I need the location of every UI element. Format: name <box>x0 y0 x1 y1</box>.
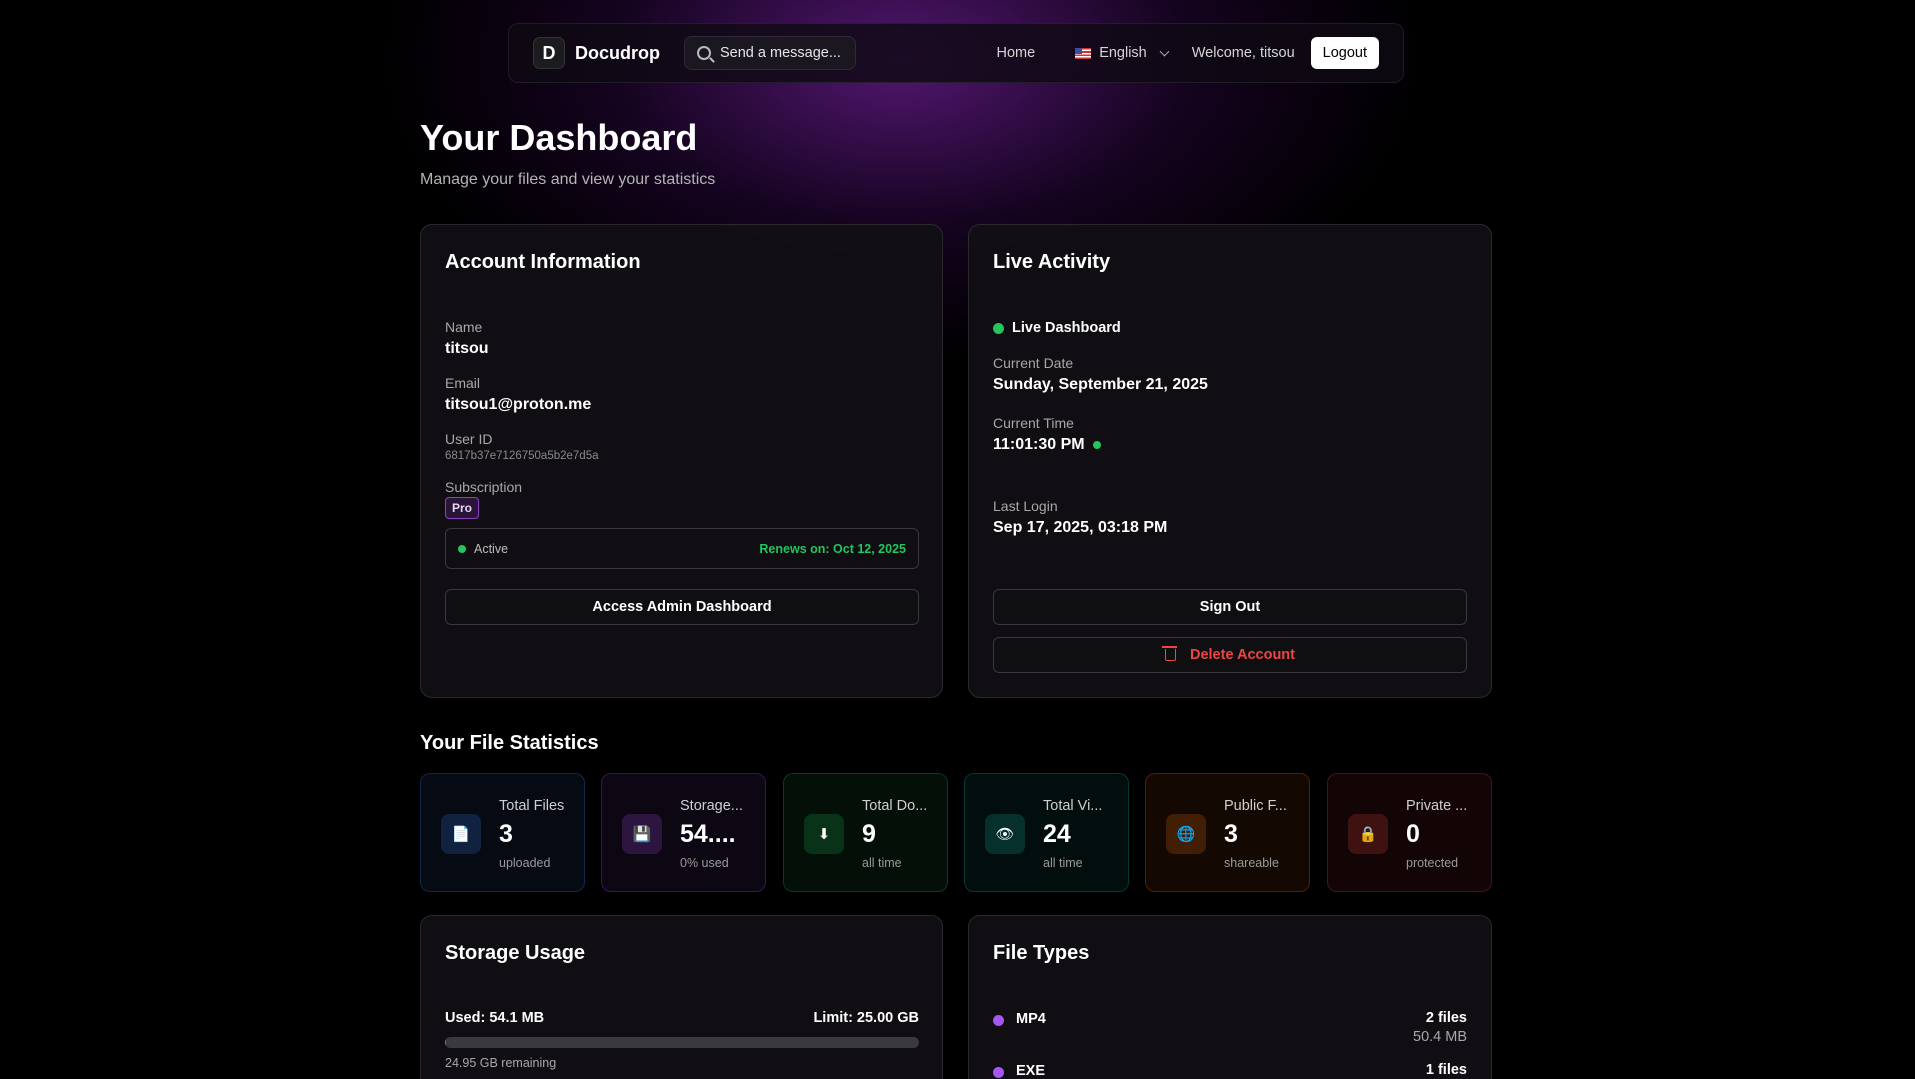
storage-usage-card: Storage Usage Used: 54.1 MB Limit: 25.00… <box>420 915 943 1079</box>
file-type-count: 1 files <box>1425 1062 1467 1078</box>
search-icon <box>697 46 711 60</box>
welcome-text: Welcome, titsou <box>1191 45 1295 61</box>
stat-value: 0 <box>1406 820 1420 848</box>
stat-card: 🌐 Public F... 3 shareable <box>1145 773 1310 892</box>
name-value: titsou <box>445 340 489 357</box>
stat-sub: uploaded <box>499 856 551 870</box>
current-time-row: 11:01:30 PM <box>993 436 1101 454</box>
renews-text: Renews on: Oct 12, 2025 <box>759 541 906 556</box>
stat-label: Private ... <box>1406 798 1468 814</box>
stat-label: Total Do... <box>862 798 928 814</box>
current-time-value: 11:01:30 PM <box>993 436 1085 453</box>
floppy-disk-icon: 💾 <box>622 814 662 854</box>
stat-card: ⬇ Total Do... 9 all time <box>783 773 948 892</box>
trash-icon <box>1161 646 1177 661</box>
usage-row: Used: 54.1 MB Limit: 25.00 GB <box>445 1010 919 1026</box>
limit-text: Limit: 25.00 GB <box>813 1010 919 1026</box>
stat-card: 👁 Total Vi... 24 all time <box>964 773 1129 892</box>
top-navbar: D Docudrop Send a message... Home Englis… <box>508 23 1404 83</box>
file-types-title: File Types <box>993 942 1090 964</box>
stat-label: Total Vi... <box>1043 798 1103 814</box>
storage-card-title: Storage Usage <box>445 942 586 964</box>
file-type-name: EXE <box>1016 1063 1046 1079</box>
live-indicator-label: Live Dashboard <box>1012 320 1121 336</box>
logout-button[interactable]: Logout <box>1310 37 1379 69</box>
delete-account-label: Delete Account <box>1189 647 1295 663</box>
live-activity-card: Live Activity Live Dashboard Current Dat… <box>968 224 1492 698</box>
stat-card: 🔒 Private ... 0 protected <box>1327 773 1492 892</box>
language-label: English <box>1099 45 1147 61</box>
file-type-name: MP4 <box>1016 1011 1046 1027</box>
language-selector[interactable]: English <box>1075 45 1170 61</box>
stat-value: 9 <box>862 820 876 848</box>
file-types-card: File Types MP4 2 files 50.4 MB EXE 1 fil… <box>968 915 1492 1079</box>
stat-sub: all time <box>862 856 902 870</box>
stat-sub: all time <box>1043 856 1083 870</box>
storage-progress-fill <box>445 1037 446 1048</box>
stat-label: Storage... <box>680 798 743 814</box>
live-dot-icon <box>993 322 1004 334</box>
live-indicator: Live Dashboard <box>993 320 1121 336</box>
account-card-title: Account Information <box>445 251 641 273</box>
account-info-card: Account Information Name titsou Email ti… <box>420 224 943 698</box>
page-subtitle: Manage your files and view your statisti… <box>420 171 716 188</box>
name-label: Name <box>445 319 483 335</box>
live-card-title: Live Activity <box>993 251 1111 273</box>
stat-sub: protected <box>1406 856 1459 870</box>
search-box[interactable]: Send a message... <box>684 36 856 70</box>
document-icon: 📄 <box>441 814 481 854</box>
status-dot-icon <box>458 544 466 553</box>
last-login-label: Last Login <box>993 498 1058 514</box>
stat-card: 📄 Total Files 3 uploaded <box>420 773 585 892</box>
file-type-dot-icon <box>993 1015 1004 1026</box>
page-title: Your Dashboard <box>420 117 698 158</box>
eye-icon: 👁 <box>985 814 1025 854</box>
stat-label: Public F... <box>1224 798 1287 814</box>
time-live-dot-icon <box>1092 441 1101 449</box>
current-date-label: Current Date <box>993 355 1074 371</box>
download-icon: ⬇ <box>804 814 844 854</box>
subscription-status-box: Active Renews on: Oct 12, 2025 <box>445 528 919 569</box>
admin-dashboard-button[interactable]: Access Admin Dashboard <box>445 589 919 625</box>
nav-home-link[interactable]: Home <box>997 45 1036 61</box>
globe-icon: 🌐 <box>1166 814 1206 854</box>
stat-sub: shareable <box>1224 856 1279 870</box>
stat-sub: 0% used <box>680 856 729 870</box>
file-stats-title: Your File Statistics <box>420 732 599 754</box>
stat-value: 24 <box>1043 820 1071 848</box>
status-text: Active <box>474 541 509 556</box>
file-type-count: 2 files <box>1425 1010 1467 1026</box>
lock-icon: 🔒 <box>1348 814 1388 854</box>
used-text: Used: 54.1 MB <box>445 1010 545 1026</box>
brand-name[interactable]: Docudrop <box>575 43 660 64</box>
file-type-row: MP4 2 files 50.4 MB <box>993 1010 1467 1045</box>
stat-value: 3 <box>1224 820 1238 848</box>
userid-value: 6817b37e7126750a5b2e7d5a <box>445 450 599 462</box>
remaining-text: 24.95 GB remaining <box>445 1056 557 1070</box>
sign-out-button[interactable]: Sign Out <box>993 589 1467 625</box>
userid-label: User ID <box>445 431 493 447</box>
current-time-label: Current Time <box>993 415 1074 431</box>
chevron-down-icon <box>1159 46 1170 56</box>
plan-badge: Pro <box>445 497 480 519</box>
stat-value: 54.... <box>680 820 736 848</box>
stat-card: 💾 Storage... 54.... 0% used <box>601 773 766 892</box>
logo-icon[interactable]: D <box>533 37 565 69</box>
email-value: titsou1@proton.me <box>445 396 592 413</box>
current-date-value: Sunday, September 21, 2025 <box>993 376 1208 393</box>
stat-label: Total Files <box>499 798 565 814</box>
subscription-label: Subscription <box>445 479 523 495</box>
stat-value: 3 <box>499 820 513 848</box>
delete-account-button[interactable]: Delete Account <box>993 637 1467 673</box>
us-flag-icon <box>1075 47 1092 59</box>
last-login-value: Sep 17, 2025, 03:18 PM <box>993 519 1168 536</box>
search-placeholder: Send a message... <box>720 45 841 61</box>
file-type-row: EXE 1 files <box>993 1062 1467 1079</box>
file-type-dot-icon <box>993 1067 1004 1078</box>
file-type-size: 50.4 MB <box>1413 1029 1467 1045</box>
storage-progress-bar <box>445 1037 919 1048</box>
email-label: Email <box>445 375 481 391</box>
